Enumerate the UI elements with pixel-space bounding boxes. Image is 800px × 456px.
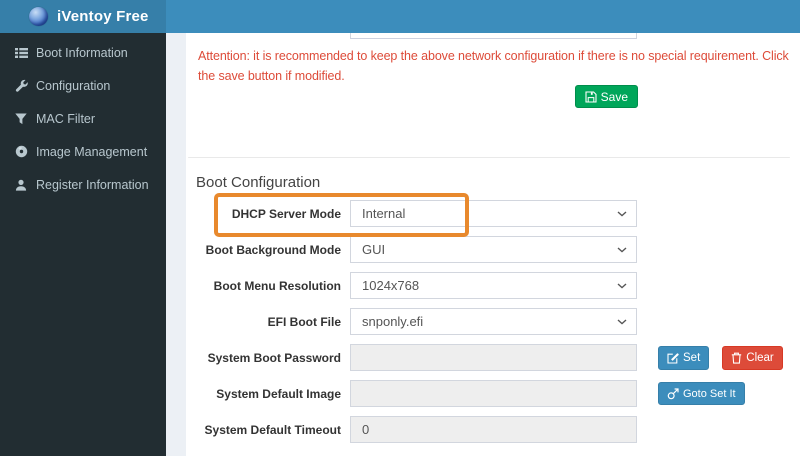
disc-icon — [14, 145, 28, 158]
form-row-boot-background-mode: Boot Background Mode GUI — [196, 236, 783, 263]
form-row-system-boot-password: System Boot Password Set Clear — [196, 344, 783, 371]
list-icon — [14, 46, 28, 59]
edit-icon — [667, 352, 679, 364]
clear-password-button[interactable]: Clear — [722, 345, 783, 370]
chevron-down-icon — [617, 211, 627, 217]
sidebar-item-boot-information[interactable]: Boot Information — [0, 36, 166, 69]
boot-background-mode-select[interactable]: GUI — [350, 236, 637, 263]
save-button-label: Save — [600, 89, 628, 104]
user-icon — [14, 178, 28, 191]
field-label: DHCP Server Mode — [231, 206, 341, 221]
top-navbar: iVentoy Free — [0, 0, 800, 33]
field-label: System Default Timeout — [204, 422, 341, 437]
chevron-down-icon — [617, 283, 627, 289]
boot-menu-resolution-select[interactable]: 1024x768 — [350, 272, 637, 299]
sidebar-item-label: Configuration — [36, 78, 111, 93]
sidebar-item-register-information[interactable]: Register Information — [0, 168, 166, 201]
iventoy-globe-icon — [29, 7, 48, 26]
configuration-card: Attention: it is recommended to keep the… — [186, 33, 800, 456]
sidebar-item-label: Register Information — [36, 177, 149, 192]
filter-icon — [14, 112, 28, 125]
main-content: Attention: it is recommended to keep the… — [166, 33, 800, 456]
sidebar-item-label: Image Management — [36, 144, 148, 159]
system-boot-password-input — [350, 344, 637, 371]
input-value: 0 — [362, 422, 370, 437]
form-row-efi-boot-file: EFI Boot File snponly.efi — [196, 308, 783, 335]
dhcp-server-mode-select[interactable]: Internal — [350, 200, 637, 227]
selected-value: GUI — [362, 242, 386, 257]
attention-notice: Attention: it is recommended to keep the… — [198, 49, 789, 83]
trash-icon — [732, 352, 742, 364]
boot-config-form: DHCP Server Mode Internal Boot Backgroun… — [196, 200, 783, 452]
save-button[interactable]: Save — [574, 85, 638, 108]
field-label: Boot Menu Resolution — [213, 278, 341, 293]
field-label: Boot Background Mode — [205, 242, 341, 257]
password-actions: Set Clear — [658, 345, 783, 370]
selected-value: snponly.efi — [362, 314, 424, 329]
goto-set-it-button[interactable]: Goto Set It — [658, 382, 745, 405]
sidebar: Boot Information Configuration MAC Filte… — [0, 33, 166, 456]
logo-area[interactable]: iVentoy Free — [0, 0, 166, 33]
clear-button-label: Clear — [746, 351, 774, 364]
system-default-image-input — [350, 380, 637, 407]
selected-value: 1024x768 — [362, 278, 420, 293]
set-button-label: Set — [683, 351, 701, 364]
goto-button-label: Goto Set It — [683, 387, 736, 400]
field-label: System Boot Password — [207, 350, 341, 365]
chevron-down-icon — [617, 247, 627, 253]
form-row-system-default-image: System Default Image Goto Set It — [196, 380, 783, 407]
field-label: System Default Image — [216, 386, 341, 401]
section-divider — [188, 157, 790, 158]
field-label: EFI Boot File — [267, 314, 341, 329]
form-row-system-default-timeout: System Default Timeout 0 — [196, 416, 783, 443]
mars-icon — [667, 387, 679, 399]
image-actions: Goto Set It — [658, 382, 745, 405]
efi-boot-file-select[interactable]: snponly.efi — [350, 308, 637, 335]
clipped-select-fragment[interactable] — [350, 33, 637, 39]
section-title: Boot Configuration — [196, 174, 321, 191]
sidebar-item-label: MAC Filter — [36, 111, 96, 126]
sidebar-item-configuration[interactable]: Configuration — [0, 69, 166, 102]
sidebar-item-label: Boot Information — [36, 45, 128, 60]
wrench-icon — [14, 79, 28, 92]
floppy-icon — [585, 90, 597, 103]
selected-value: Internal — [362, 206, 406, 221]
sidebar-item-mac-filter[interactable]: MAC Filter — [0, 102, 166, 135]
set-password-button[interactable]: Set — [658, 345, 710, 370]
form-row-boot-menu-resolution: Boot Menu Resolution 1024x768 — [196, 272, 783, 299]
chevron-down-icon — [617, 319, 627, 325]
form-row-dhcp-server-mode: DHCP Server Mode Internal — [196, 200, 783, 227]
system-default-timeout-input: 0 — [350, 416, 637, 443]
sidebar-item-image-management[interactable]: Image Management — [0, 135, 166, 168]
app-title: iVentoy Free — [57, 8, 149, 25]
